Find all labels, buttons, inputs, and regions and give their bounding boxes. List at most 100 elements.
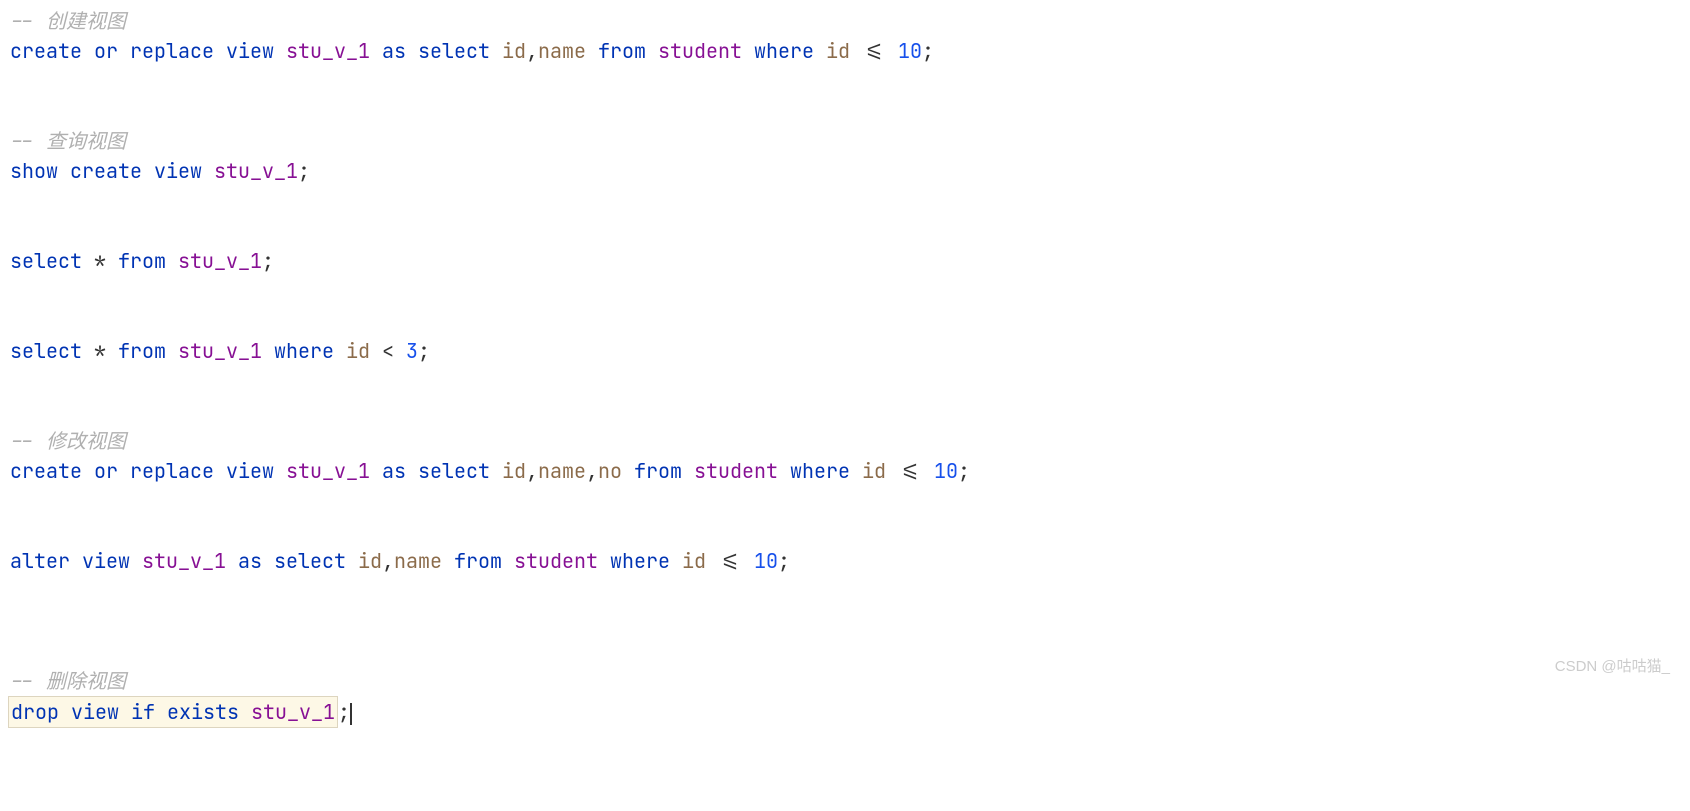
- code-line-comment[interactable]: -- 查询视图: [10, 126, 1690, 156]
- sql-keyword: as: [382, 38, 406, 64]
- code-line[interactable]: create or replace view stu_v_1 as select…: [10, 456, 1690, 486]
- sql-keyword: view: [71, 699, 119, 725]
- sql-keyword: or: [94, 38, 118, 64]
- code-line-empty[interactable]: [10, 516, 1690, 546]
- code-line-empty[interactable]: [10, 636, 1690, 666]
- sql-keyword: where: [790, 458, 850, 484]
- sql-identifier: stu_v_1: [286, 38, 370, 64]
- sql-keyword: where: [754, 38, 814, 64]
- current-statement-highlight: drop view if exists stu_v_1: [8, 696, 338, 728]
- sql-keyword: view: [226, 458, 274, 484]
- sql-identifier: stu_v_1: [178, 338, 262, 364]
- code-line-empty[interactable]: [10, 396, 1690, 426]
- sql-field: no: [598, 458, 622, 484]
- code-line-empty[interactable]: [10, 576, 1690, 606]
- sql-field: id: [358, 548, 382, 574]
- sql-punct: ,: [526, 38, 538, 64]
- code-line-current[interactable]: drop view if exists stu_v_1;: [10, 696, 1690, 728]
- sql-identifier: student: [514, 548, 598, 574]
- code-line-empty[interactable]: [10, 276, 1690, 306]
- sql-punct: ,: [382, 548, 394, 574]
- sql-keyword: select: [418, 38, 490, 64]
- sql-operator: <: [382, 338, 394, 364]
- sql-keyword: as: [382, 458, 406, 484]
- code-line-empty[interactable]: [10, 366, 1690, 396]
- sql-keyword: select: [10, 248, 82, 274]
- sql-keyword: from: [118, 338, 166, 364]
- sql-punct: ,: [586, 458, 598, 484]
- code-line-empty[interactable]: [10, 216, 1690, 246]
- sql-keyword: from: [634, 458, 682, 484]
- sql-field: id: [502, 458, 526, 484]
- sql-punct: ;: [338, 699, 350, 725]
- sql-comment: -- 修改视图: [10, 428, 126, 454]
- sql-keyword: select: [418, 458, 490, 484]
- sql-field: id: [862, 458, 886, 484]
- sql-comment: -- 创建视图: [10, 8, 126, 34]
- sql-field: id: [682, 548, 706, 574]
- sql-keyword: from: [598, 38, 646, 64]
- watermark-text: CSDN @咕咕猫_: [1555, 656, 1670, 679]
- sql-field: name: [538, 38, 586, 64]
- sql-star: *: [94, 248, 106, 274]
- sql-punct: ;: [418, 338, 430, 364]
- sql-comment: -- 查询视图: [10, 128, 126, 154]
- code-line[interactable]: alter view stu_v_1 as select id,name fro…: [10, 546, 1690, 576]
- sql-keyword: drop: [11, 699, 59, 725]
- sql-keyword: create: [10, 38, 82, 64]
- code-line-comment[interactable]: -- 创建视图: [10, 6, 1690, 36]
- code-line-empty[interactable]: [10, 486, 1690, 516]
- sql-field: name: [394, 548, 442, 574]
- sql-field: id: [346, 338, 370, 364]
- sql-keyword: alter: [10, 548, 70, 574]
- sql-number: 10: [898, 38, 922, 64]
- sql-keyword: where: [274, 338, 334, 364]
- sql-star: *: [94, 338, 106, 364]
- sql-keyword: create: [10, 458, 82, 484]
- sql-keyword: select: [10, 338, 82, 364]
- sql-identifier: stu_v_1: [178, 248, 262, 274]
- sql-keyword: select: [274, 548, 346, 574]
- sql-identifier: stu_v_1: [142, 548, 226, 574]
- code-line[interactable]: create or replace view stu_v_1 as select…: [10, 36, 1690, 66]
- sql-punct: ;: [262, 248, 274, 274]
- code-line[interactable]: select * from stu_v_1;: [10, 246, 1690, 276]
- sql-keyword: create: [70, 158, 142, 184]
- code-line-empty[interactable]: [10, 96, 1690, 126]
- sql-operator: <=: [898, 458, 922, 484]
- sql-keyword: view: [82, 548, 130, 574]
- sql-keyword: from: [454, 548, 502, 574]
- sql-keyword: show: [10, 158, 58, 184]
- text-cursor: [350, 703, 352, 725]
- code-line-empty[interactable]: [10, 306, 1690, 336]
- code-line[interactable]: show create view stu_v_1;: [10, 156, 1690, 186]
- sql-keyword: if: [131, 699, 155, 725]
- sql-keyword: exists: [167, 699, 239, 725]
- sql-punct: ;: [922, 38, 934, 64]
- code-line-comment[interactable]: -- 修改视图: [10, 426, 1690, 456]
- sql-identifier: stu_v_1: [214, 158, 298, 184]
- sql-keyword: replace: [130, 38, 214, 64]
- code-editor[interactable]: -- 创建视图 create or replace view stu_v_1 a…: [0, 0, 1690, 728]
- code-line-empty[interactable]: [10, 186, 1690, 216]
- code-line-comment[interactable]: -- 删除视图: [10, 666, 1690, 696]
- sql-identifier: stu_v_1: [251, 699, 335, 725]
- sql-punct: ;: [778, 548, 790, 574]
- sql-keyword: from: [118, 248, 166, 274]
- code-line[interactable]: select * from stu_v_1 where id < 3;: [10, 336, 1690, 366]
- code-line-empty[interactable]: [10, 606, 1690, 636]
- sql-identifier: stu_v_1: [286, 458, 370, 484]
- sql-operator: <=: [718, 548, 742, 574]
- sql-number: 10: [934, 458, 958, 484]
- sql-number: 10: [754, 548, 778, 574]
- sql-keyword: replace: [130, 458, 214, 484]
- sql-field: name: [538, 458, 586, 484]
- sql-keyword: as: [238, 548, 262, 574]
- sql-identifier: student: [694, 458, 778, 484]
- sql-punct: ;: [958, 458, 970, 484]
- sql-punct: ;: [298, 158, 310, 184]
- code-line-empty[interactable]: [10, 66, 1690, 96]
- sql-keyword: view: [226, 38, 274, 64]
- sql-operator: <=: [862, 38, 886, 64]
- sql-keyword: or: [94, 458, 118, 484]
